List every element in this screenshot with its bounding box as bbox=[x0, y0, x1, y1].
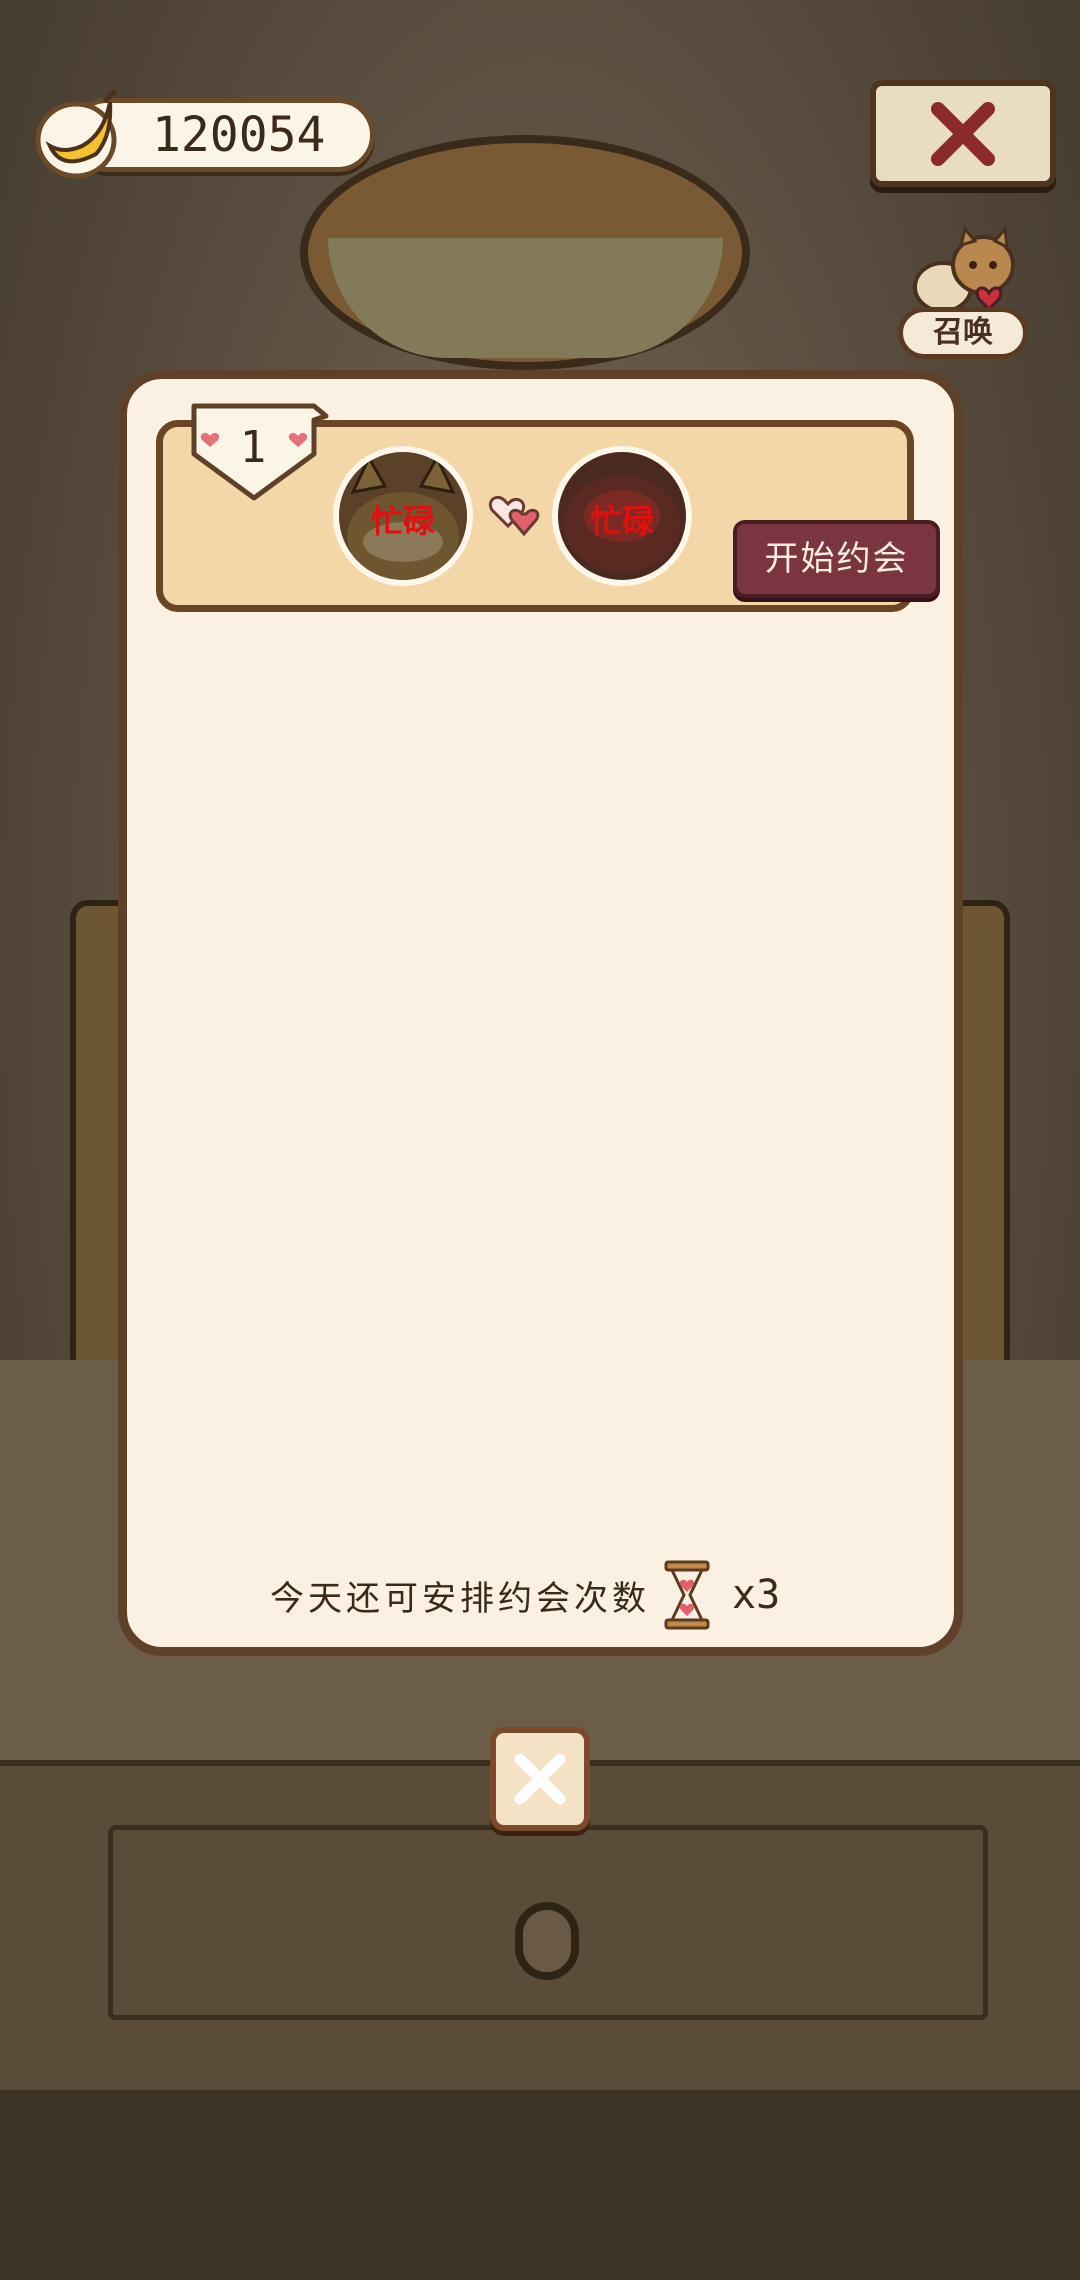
close-icon bbox=[514, 1753, 566, 1805]
busy-label-left: 忙碌 bbox=[370, 502, 435, 540]
cats-icon bbox=[913, 225, 1015, 313]
bottom-close-button[interactable] bbox=[490, 1727, 590, 1831]
currency-display: 120054 bbox=[32, 89, 377, 179]
rank-number: 1 bbox=[239, 422, 267, 473]
drawer-knob bbox=[515, 1902, 579, 1980]
busy-label-right: 忙碌 bbox=[589, 502, 654, 540]
game-scene: 120054 召唤 1 忙碌 忙碌 开始约会 今天还可安排约会次数 x3 bbox=[0, 0, 1080, 2280]
top-close-button[interactable] bbox=[870, 80, 1056, 187]
summon-button[interactable]: 召唤 bbox=[893, 225, 1033, 365]
double-heart-icon bbox=[489, 496, 540, 537]
hourglass-icon bbox=[664, 1560, 710, 1630]
currency-value: 120054 bbox=[152, 107, 326, 163]
avatar-right[interactable]: 忙碌 bbox=[552, 446, 692, 586]
start-date-button[interactable]: 开始约会 bbox=[733, 520, 940, 598]
summon-label: 召唤 bbox=[898, 307, 1028, 359]
banana-icon bbox=[35, 89, 117, 179]
floor bbox=[0, 2090, 1080, 2280]
avatar-left[interactable]: 忙碌 bbox=[333, 446, 473, 586]
remaining-dates-count: x3 bbox=[732, 1572, 781, 1618]
remaining-dates-row: 今天还可安排约会次数 x3 bbox=[270, 1560, 780, 1630]
remaining-dates-text: 今天还可安排约会次数 bbox=[270, 1578, 650, 1619]
close-icon bbox=[931, 101, 995, 166]
